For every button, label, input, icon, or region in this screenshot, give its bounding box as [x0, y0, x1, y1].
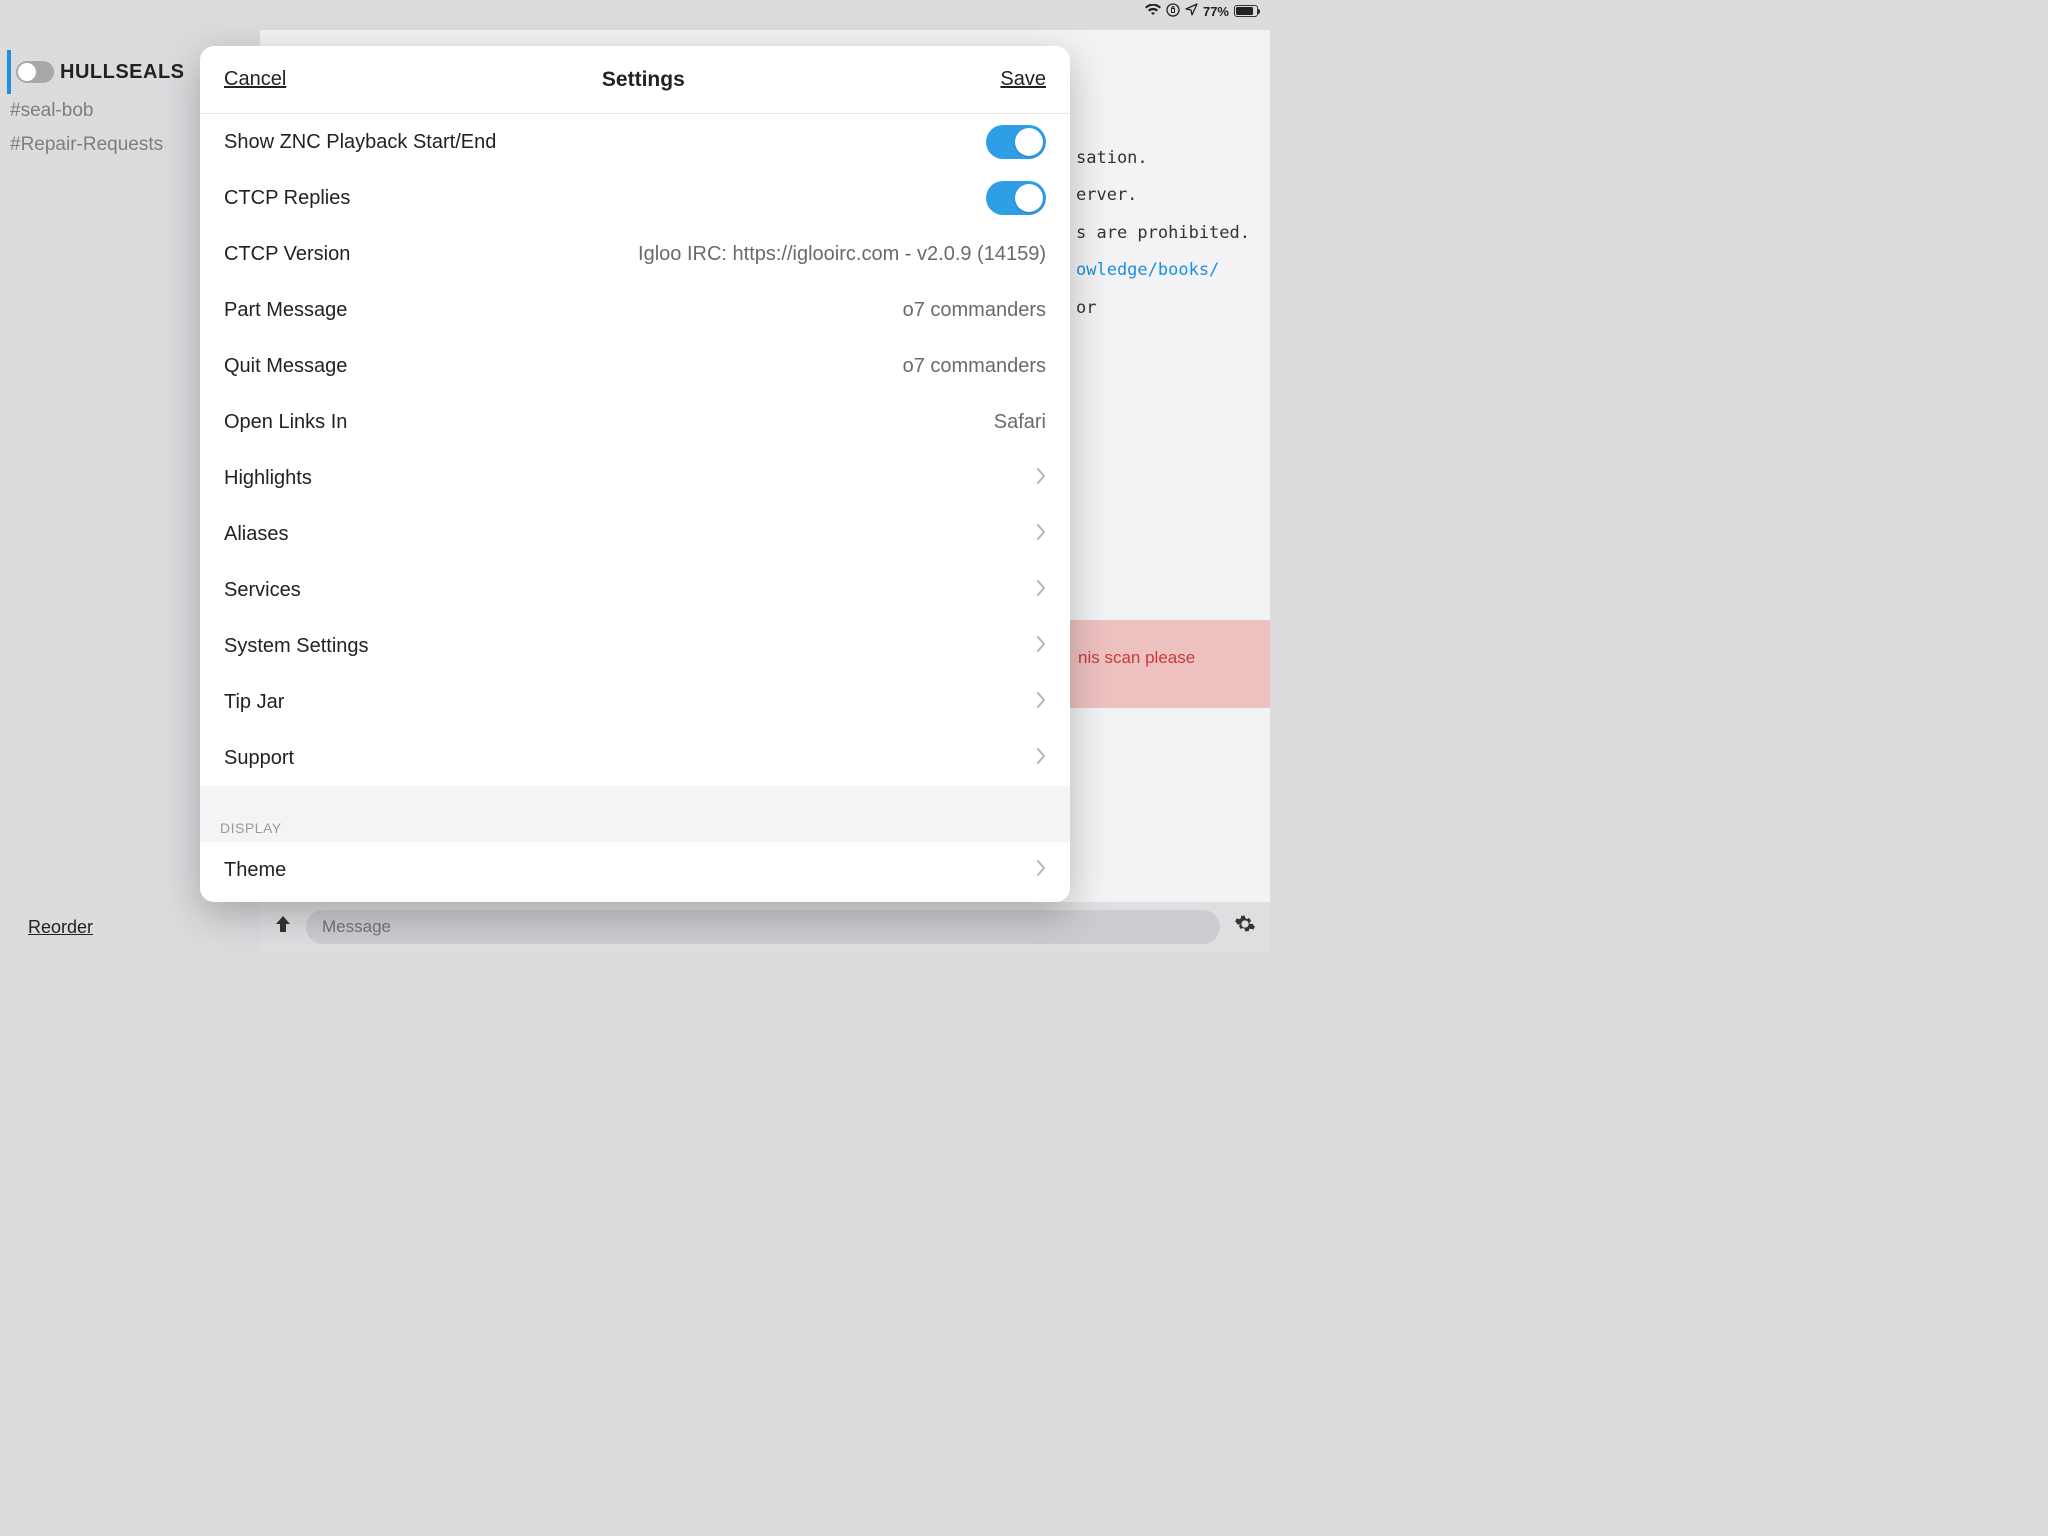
label: Part Message: [224, 299, 347, 322]
row-highlights[interactable]: Highlights: [200, 450, 1070, 506]
chevron-right-icon: [1036, 691, 1046, 714]
location-icon: [1185, 3, 1198, 19]
chevron-right-icon: [1036, 523, 1046, 546]
chat-fragments: sation. erver. s are prohibited. owledge…: [1076, 140, 1250, 327]
label: Services: [224, 579, 301, 602]
highlight-line: nis scan please: [1060, 620, 1270, 708]
gear-icon[interactable]: [1234, 913, 1256, 941]
battery-percent: 77%: [1203, 4, 1229, 19]
value: Igloo IRC: https://iglooirc.com - v2.0.9…: [638, 243, 1046, 266]
bottom-bar: [260, 902, 1270, 952]
modal-body: Show ZNC Playback Start/End CTCP Replies…: [200, 114, 1070, 902]
row-services[interactable]: Services: [200, 562, 1070, 618]
label: Open Links In: [224, 411, 347, 434]
reorder-button[interactable]: Reorder: [28, 917, 93, 938]
value: o7 commanders: [903, 299, 1046, 322]
section-display-header: DISPLAY: [200, 786, 1070, 842]
chevron-right-icon: [1036, 859, 1046, 882]
label: CTCP Version: [224, 243, 350, 266]
save-button[interactable]: Save: [1000, 68, 1046, 91]
settings-modal: Cancel Settings Save Show ZNC Playback S…: [200, 46, 1070, 902]
chevron-right-icon: [1036, 579, 1046, 602]
wifi-icon: [1145, 4, 1161, 19]
row-znc-playback[interactable]: Show ZNC Playback Start/End: [200, 114, 1070, 170]
server-name: HULLSEALS: [60, 61, 185, 84]
message-input[interactable]: [306, 910, 1220, 944]
server-toggle[interactable]: [16, 61, 54, 83]
battery-icon: [1234, 5, 1258, 17]
row-quit-message[interactable]: Quit Message o7 commanders: [200, 338, 1070, 394]
row-open-links[interactable]: Open Links In Safari: [200, 394, 1070, 450]
row-ctcp-replies[interactable]: CTCP Replies: [200, 170, 1070, 226]
label: Tip Jar: [224, 691, 284, 714]
row-ctcp-version[interactable]: CTCP Version Igloo IRC: https://iglooirc…: [200, 226, 1070, 282]
orientation-lock-icon: [1166, 3, 1180, 20]
label: Aliases: [224, 523, 288, 546]
label: Theme: [224, 859, 286, 882]
toggle-on[interactable]: [986, 181, 1046, 215]
label: Highlights: [224, 467, 312, 490]
row-support[interactable]: Support: [200, 730, 1070, 786]
row-aliases[interactable]: Aliases: [200, 506, 1070, 562]
row-tip-jar[interactable]: Tip Jar: [200, 674, 1070, 730]
chevron-right-icon: [1036, 747, 1046, 770]
row-part-message[interactable]: Part Message o7 commanders: [200, 282, 1070, 338]
row-theme[interactable]: Theme: [200, 842, 1070, 898]
value: o7 commanders: [903, 355, 1046, 378]
cancel-button[interactable]: Cancel: [224, 68, 286, 91]
label: Show ZNC Playback Start/End: [224, 131, 496, 154]
chevron-right-icon: [1036, 635, 1046, 658]
modal-header: Cancel Settings Save: [200, 46, 1070, 114]
value: Safari: [994, 411, 1046, 434]
label: System Settings: [224, 635, 369, 658]
toggle-on[interactable]: [986, 125, 1046, 159]
modal-title: Settings: [286, 68, 1000, 92]
label: Quit Message: [224, 355, 347, 378]
label: CTCP Replies: [224, 187, 350, 210]
chevron-right-icon: [1036, 467, 1046, 490]
label: Support: [224, 747, 294, 770]
row-system-settings[interactable]: System Settings: [200, 618, 1070, 674]
upload-icon[interactable]: [274, 914, 292, 940]
